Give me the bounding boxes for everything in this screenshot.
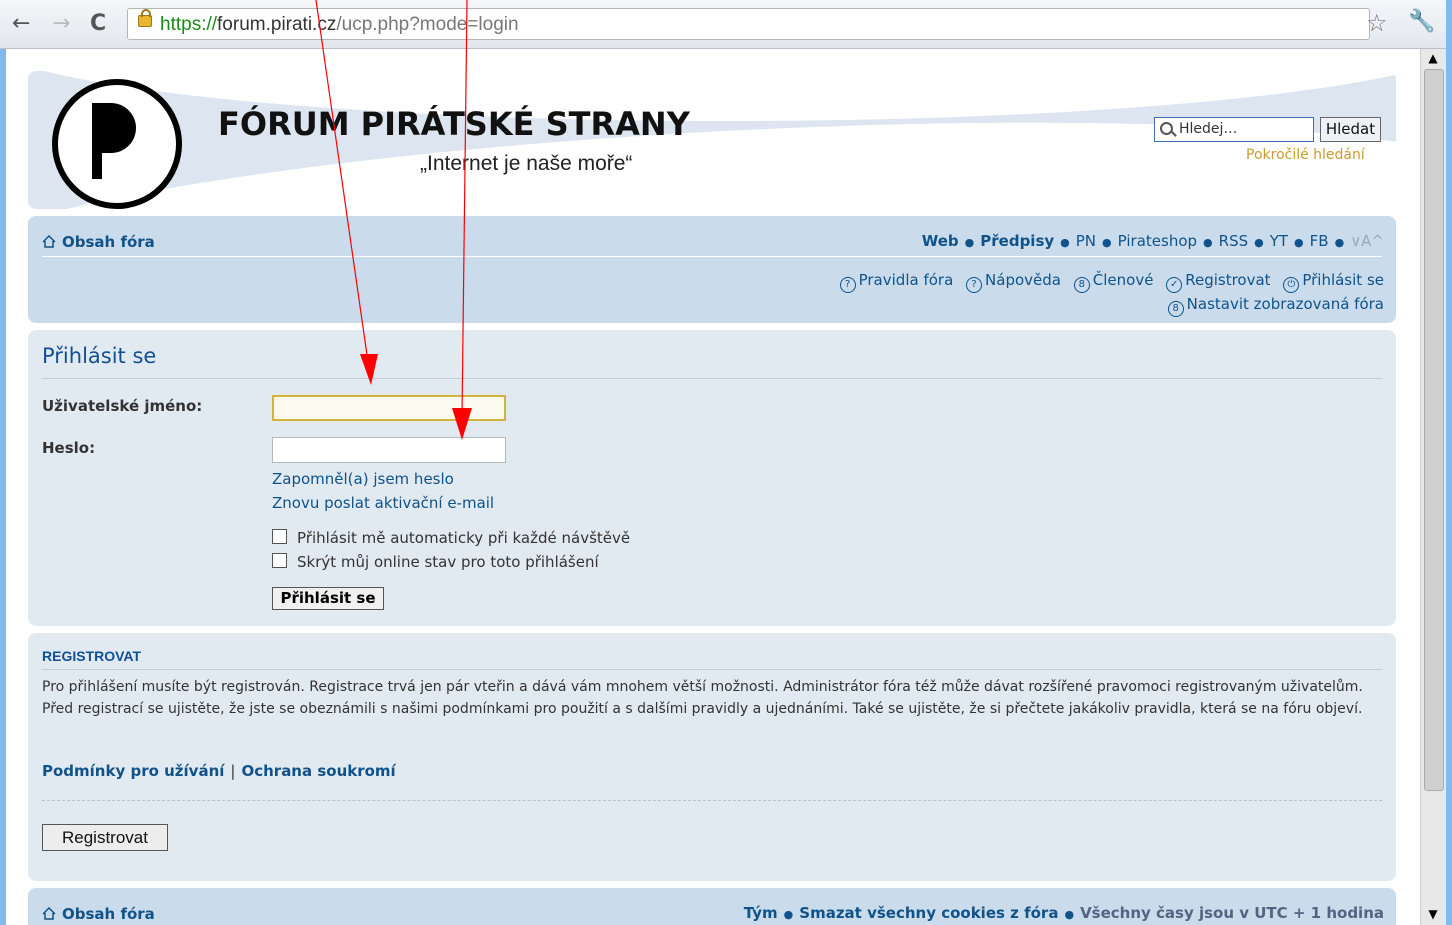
- footer-links: Tým ● Smazat všechny cookies z fóra ● Všechn…: [743, 904, 1384, 922]
- faq-icon: ?: [966, 277, 983, 293]
- privacy-link[interactable]: Ochrana soukromí: [241, 762, 395, 780]
- browser-toolbar: ← → C https://forum.pirati.cz/ucp.php?mo…: [0, 0, 1452, 49]
- link-predpisy[interactable]: Předpisy: [980, 232, 1054, 250]
- help-icon: ?: [839, 277, 856, 293]
- login-submit-button[interactable]: Přihlásit se: [272, 587, 384, 610]
- site-title: FÓRUM PIRÁTSKÉ STRANY: [218, 105, 690, 143]
- menu-register[interactable]: ✓ Registrovat: [1166, 271, 1271, 293]
- site-tagline: „Internet je naše moře“: [420, 152, 633, 175]
- reload-button[interactable]: C: [90, 10, 106, 38]
- footer-navbar: Obsah fóra Tým ● Smazat všechny cookies z …: [28, 888, 1396, 925]
- members-icon: 8: [1073, 277, 1090, 293]
- autologin-checkbox[interactable]: Přihlásit mě automaticky při každé návšt…: [272, 528, 630, 547]
- resend-activation-link[interactable]: Znovu poslat aktivační e-mail: [272, 494, 494, 512]
- power-icon: ⏻: [1283, 277, 1300, 293]
- pirate-logo[interactable]: [52, 79, 182, 209]
- menu-rules[interactable]: ? Pravidla fóra: [839, 271, 953, 293]
- index-link[interactable]: Obsah fóra: [42, 233, 155, 251]
- login-title: Přihlásit se: [42, 344, 157, 368]
- user-settings-icon: 8: [1167, 301, 1184, 317]
- forward-button[interactable]: →: [52, 10, 70, 38]
- search-button[interactable]: Hledat: [1320, 117, 1381, 142]
- scroll-up-arrow-icon[interactable]: ▲: [1425, 51, 1441, 67]
- url-text: https://forum.pirati.cz/ucp.php?mode=log…: [160, 14, 519, 35]
- top-links: Web ● Předpisy ● PN ● Pirateshop ● RSS ● YT ● FB ● ∨A^: [921, 232, 1384, 250]
- hide-online-checkbox[interactable]: Skrýt můj online stav pro toto přihlášen…: [272, 552, 599, 571]
- menu-login[interactable]: ⏻ Přihlásit se: [1283, 271, 1384, 293]
- site-header: FÓRUM PIRÁTSKÉ STRANY „Internet je naše …: [28, 71, 1396, 209]
- menu-members[interactable]: 8 Členové: [1073, 271, 1153, 293]
- scroll-down-arrow-icon[interactable]: ▼: [1425, 907, 1441, 923]
- username-label: Uživatelské jméno:: [42, 397, 203, 415]
- link-web[interactable]: Web: [922, 232, 959, 250]
- password-label: Heslo:: [42, 439, 96, 457]
- home-icon: [42, 907, 56, 920]
- register-text: Pro přihlášení musíte být registrován. R…: [42, 679, 1363, 717]
- menu-forum-settings[interactable]: 8 Nastavit zobrazovaná fóra: [1167, 295, 1384, 317]
- bookmark-star-icon[interactable]: ☆: [1366, 9, 1388, 37]
- search-input[interactable]: Hledej…: [1154, 117, 1314, 142]
- link-pirateshop[interactable]: Pirateshop: [1118, 232, 1197, 250]
- register-button[interactable]: Registrovat: [42, 824, 168, 851]
- link-rss[interactable]: RSS: [1219, 232, 1248, 250]
- page-viewport: FÓRUM PIRÁTSKÉ STRANY „Internet je naše …: [6, 49, 1420, 925]
- footer-index-link[interactable]: Obsah fóra: [42, 905, 155, 923]
- link-pn[interactable]: PN: [1076, 232, 1096, 250]
- menu-help[interactable]: ? Nápověda: [966, 271, 1061, 293]
- link-fb[interactable]: FB: [1310, 232, 1329, 250]
- font-size-toggle[interactable]: ∨A^: [1350, 232, 1384, 250]
- team-link[interactable]: Tým: [744, 904, 778, 922]
- delete-cookies-link[interactable]: Smazat všechny cookies z fóra: [799, 904, 1058, 922]
- scroll-thumb[interactable]: [1424, 69, 1444, 791]
- link-yt[interactable]: YT: [1270, 232, 1288, 250]
- register-links: Podmínky pro užívání | Ochrana soukromí: [42, 762, 396, 780]
- password-input[interactable]: [272, 437, 506, 463]
- vertical-scrollbar[interactable]: ▲ ▼: [1420, 49, 1447, 925]
- wrench-menu-icon[interactable]: 🔧: [1408, 9, 1435, 34]
- register-icon: ✓: [1166, 277, 1183, 293]
- timezone-text: Všechny časy jsou v UTC + 1 hodina: [1080, 904, 1384, 922]
- lock-icon: [138, 9, 152, 27]
- address-bar[interactable]: https://forum.pirati.cz/ucp.php?mode=log…: [127, 8, 1370, 40]
- back-button[interactable]: ←: [12, 10, 30, 38]
- terms-link[interactable]: Podmínky pro užívání: [42, 762, 224, 780]
- navbar: Obsah fóra Web ● Předpisy ● PN ● Pirateshop ● RS…: [28, 216, 1396, 323]
- user-menu: ? Pravidla fóra ? Nápověda 8 Členové ✓ Regis…: [832, 271, 1384, 293]
- register-title: REGISTROVAT: [42, 648, 142, 664]
- login-panel: Přihlásit se Uživatelské jméno: Heslo: Z…: [28, 330, 1396, 626]
- advanced-search-link[interactable]: Pokročilé hledání: [1246, 147, 1365, 163]
- home-icon: [42, 235, 56, 248]
- forgot-password-link[interactable]: Zapomněl(a) jsem heslo: [272, 470, 454, 488]
- search-icon: [1160, 122, 1173, 135]
- username-input[interactable]: [272, 395, 506, 421]
- register-panel: REGISTROVAT Pro přihlášení musíte být re…: [28, 633, 1396, 881]
